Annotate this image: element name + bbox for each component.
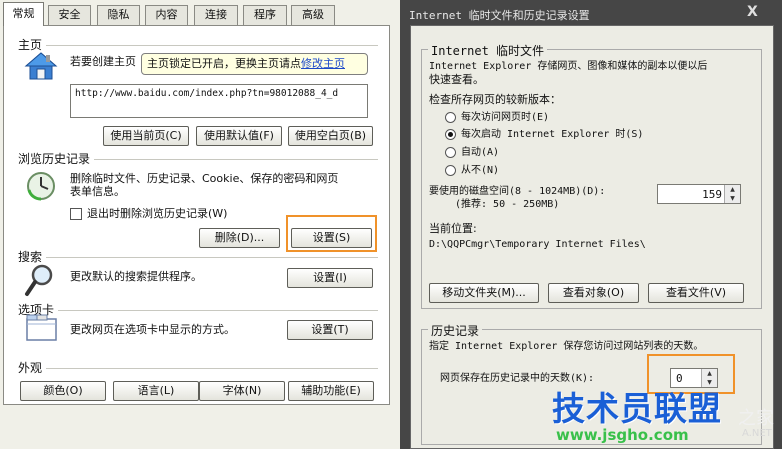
- radio-label: 自动(A): [461, 147, 500, 158]
- search-desc: 更改默认的搜索提供程序。: [70, 270, 202, 283]
- accessibility-button[interactable]: 辅助功能(E): [288, 381, 374, 401]
- tab-label: 安全: [58, 8, 81, 21]
- view-files-button[interactable]: 查看文件(V): [648, 283, 744, 303]
- temp-files-desc-line2: 快速查看。: [429, 73, 484, 86]
- search-settings-button[interactable]: 设置(I): [287, 268, 373, 288]
- delete-on-exit-label: 退出时删除浏览历史记录(W): [87, 207, 228, 220]
- use-current-button[interactable]: 使用当前页(C): [103, 126, 189, 146]
- divider: [46, 45, 378, 46]
- fonts-button[interactable]: 字体(N): [199, 381, 285, 401]
- home-section-title: 主页: [18, 38, 43, 52]
- disk-space-hint: (推荐: 50 - 250MB): [455, 199, 560, 210]
- home-desc: 若要创建主页: [70, 55, 136, 68]
- divider: [46, 368, 378, 369]
- tabs-desc: 更改网页在选项卡中显示的方式。: [70, 323, 235, 336]
- languages-button[interactable]: 语言(L): [113, 381, 199, 401]
- tab-programs[interactable]: 程序: [243, 5, 287, 25]
- settings-highlight-box: [286, 215, 377, 252]
- delete-history-button[interactable]: 删除(D)...: [199, 228, 280, 248]
- site-watermark: 技术员联盟 www.jsgho.com 之家 A.NET: [552, 378, 782, 449]
- tab-connections[interactable]: 连接: [194, 5, 238, 25]
- tab-label: 常规: [12, 7, 35, 20]
- home-lock-tooltip: 主页锁定已开启，更换主页请点修改主页: [141, 53, 368, 75]
- disk-space-spinner[interactable]: 159 ▲ ▼: [657, 184, 741, 204]
- history-desc-line2: 表单信息。: [70, 185, 125, 198]
- tab-label: 内容: [155, 8, 178, 21]
- tab-content[interactable]: 内容: [145, 5, 188, 25]
- use-blank-button[interactable]: 使用空白页(B): [288, 126, 373, 146]
- appearance-section-title: 外观: [18, 361, 43, 375]
- tabs-settings-button[interactable]: 设置(T): [287, 320, 373, 340]
- use-default-button[interactable]: 使用默认值(F): [196, 126, 282, 146]
- watermark-main-text: 技术员联盟: [552, 389, 722, 428]
- move-folder-button[interactable]: 移动文件夹(M)...: [429, 283, 539, 303]
- temp-files-desc-line1: Internet Explorer 存储网页、图像和媒体的副本以便以后: [429, 61, 708, 72]
- radio-automatic[interactable]: [445, 147, 456, 158]
- location-path: D:\QQPCmgr\Temporary Internet Files\: [429, 239, 646, 250]
- tab-general[interactable]: 常规: [3, 2, 44, 26]
- watermark-url: www.jsgho.com: [556, 426, 689, 444]
- temp-files-group-label: Internet 临时文件: [428, 42, 548, 59]
- homepage-url-value: http://www.baidu.com/index.php?tn=980120…: [75, 88, 339, 99]
- delete-on-exit-checkbox[interactable]: [70, 208, 82, 220]
- radio-label: 每次访问网页时(E): [461, 112, 550, 123]
- tab-label: 隐私: [107, 8, 130, 21]
- radio-label: 每次启动 Internet Explorer 时(S): [461, 129, 644, 140]
- disk-space-label: 要使用的磁盘空间(8 - 1024MB)(D):: [429, 186, 606, 197]
- history-desc-line1: 删除临时文件、历史记录、Cookie、保存的密码和网页: [70, 172, 339, 185]
- dialog-title: Internet 临时文件和历史记录设置: [409, 9, 590, 22]
- divider: [46, 257, 378, 258]
- check-versions-label: 检查所存网页的较新版本：: [429, 93, 561, 106]
- history-clock-icon: [27, 172, 55, 201]
- close-icon[interactable]: X: [747, 4, 758, 20]
- divider: [58, 310, 378, 311]
- tab-label: 高级: [302, 8, 324, 21]
- tab-advanced[interactable]: 高级: [291, 5, 335, 25]
- homepage-url-textarea[interactable]: http://www.baidu.com/index.php?tn=980120…: [70, 84, 368, 118]
- tabs-window-icon: [26, 314, 57, 341]
- watermark-net-text: A.NET: [742, 428, 772, 439]
- tab-security[interactable]: 安全: [48, 5, 91, 25]
- search-section-title: 搜索: [18, 250, 43, 264]
- spinner-arrows-icon[interactable]: ▲ ▼: [724, 185, 740, 203]
- history-desc: 指定 Internet Explorer 保存您访问过网站列表的天数。: [429, 341, 704, 352]
- view-objects-button[interactable]: 查看对象(O): [548, 283, 639, 303]
- radio-label: 从不(N): [461, 165, 500, 176]
- radio-every-start[interactable]: [445, 129, 456, 140]
- disk-space-value: 159: [702, 188, 722, 201]
- modify-homepage-link[interactable]: 修改主页: [301, 57, 345, 70]
- radio-every-visit[interactable]: [445, 112, 456, 123]
- location-label: 当前位置:: [429, 222, 477, 235]
- divider: [94, 159, 378, 160]
- temp-files-group: [421, 49, 762, 309]
- watermark-side-text: 之家: [738, 408, 774, 429]
- tab-label: 连接: [205, 8, 227, 21]
- radio-never[interactable]: [445, 165, 456, 176]
- home-icon: [24, 52, 58, 80]
- tab-label: 程序: [254, 8, 276, 21]
- history-group-label: 历史记录: [428, 322, 483, 339]
- internet-options-dialog: 常规 安全 隐私 内容 连接 程序 高级 主页 若要创建主页 主页锁定已开启，更…: [0, 0, 400, 449]
- search-magnifier-icon: [25, 264, 53, 296]
- colors-button[interactable]: 颜色(O): [20, 381, 106, 401]
- tab-privacy[interactable]: 隐私: [97, 5, 140, 25]
- tooltip-text: 主页锁定已开启，更换主页请点: [147, 57, 301, 70]
- history-section-title: 浏览历史记录: [18, 152, 91, 166]
